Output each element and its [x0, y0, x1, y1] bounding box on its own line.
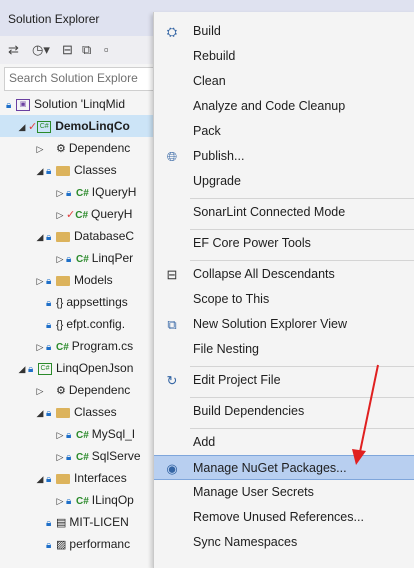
expand-icon[interactable]: ◢: [16, 358, 28, 380]
menu-item-add[interactable]: Add: [154, 430, 414, 455]
csharp-file-icon: C#: [76, 496, 89, 507]
csharp-project-icon: C#: [37, 120, 52, 133]
menu-item-scope[interactable]: Scope to This: [154, 287, 414, 312]
csharp-file-icon: C#: [76, 430, 89, 441]
folder-icon: [56, 275, 70, 286]
folder-icon: [56, 231, 70, 242]
csharp-project-icon: C#: [38, 362, 52, 375]
lock-icon: 🔒︎: [66, 496, 72, 507]
search-input[interactable]: [5, 68, 163, 88]
build-icon: ⛭: [166, 24, 178, 39]
solution-explorer-search[interactable]: [4, 67, 164, 91]
lock-icon: 🔒︎: [6, 100, 12, 111]
dependencies-icon: ⚙: [56, 385, 66, 397]
switch-views-icon[interactable]: ⇄: [8, 41, 19, 59]
menu-item-build-deps[interactable]: Build Dependencies: [154, 399, 414, 424]
csharp-file-icon: C#: [76, 188, 89, 199]
lock-icon: 🔒︎: [46, 540, 52, 551]
menu-item-edit-project[interactable]: ↻ Edit Project File: [154, 368, 414, 393]
collapsed-icon[interactable]: ▷: [34, 336, 46, 358]
edit-arrow-icon: ↻: [166, 373, 178, 388]
collapsed-icon[interactable]: ▷: [34, 138, 46, 160]
menu-separator: [190, 229, 414, 230]
lock-icon: 🔒︎: [46, 298, 52, 309]
lock-icon: 🔒︎: [46, 518, 52, 529]
folder-icon: [56, 473, 70, 484]
csharp-file-icon: C#: [76, 452, 89, 463]
menu-item-file-nesting[interactable]: File Nesting: [154, 337, 414, 362]
collapsed-icon[interactable]: ▷: [34, 380, 46, 402]
lock-icon: 🔒︎: [28, 364, 34, 375]
lock-icon: 🔒︎: [46, 408, 52, 419]
expand-icon[interactable]: ◢: [34, 402, 46, 424]
menu-item-remove-unused[interactable]: Remove Unused References...: [154, 505, 414, 530]
collapse-icon: ⊟: [166, 267, 178, 282]
csharp-file-icon: C#: [75, 210, 89, 221]
lock-icon: 🔒︎: [46, 320, 52, 331]
collapsed-icon[interactable]: ▷: [54, 424, 66, 446]
collapsed-icon[interactable]: ▷: [54, 446, 66, 468]
globe-icon: 🌐︎: [166, 149, 178, 164]
expand-icon[interactable]: ◢: [16, 116, 28, 138]
show-all-files-icon[interactable]: ⧉: [82, 41, 91, 59]
lock-icon: 🔒︎: [46, 474, 52, 485]
menu-item-collapse-all[interactable]: ⊟ Collapse All Descendants: [154, 262, 414, 287]
menu-separator: [190, 366, 414, 367]
menu-separator: [190, 260, 414, 261]
menu-item-build[interactable]: ⛭ Build: [154, 19, 414, 44]
image-file-icon: ▨: [56, 539, 67, 551]
properties-icon[interactable]: ▫: [104, 41, 109, 59]
menu-separator: [190, 397, 414, 398]
solution-icon: ▣: [16, 98, 30, 111]
menu-item-manage-nuget[interactable]: ◉ Manage NuGet Packages...: [154, 455, 414, 480]
panel-title: Solution Explorer: [8, 12, 100, 26]
collapsed-icon[interactable]: ▷: [34, 270, 46, 292]
lock-icon: 🔒︎: [66, 254, 72, 265]
collapse-all-icon[interactable]: ⊟: [62, 41, 73, 59]
lock-icon: 🔒︎: [46, 342, 52, 353]
menu-item-sonarlint[interactable]: SonarLint Connected Mode: [154, 200, 414, 225]
lock-icon: 🔒︎: [66, 452, 72, 463]
menu-item-analyze[interactable]: Analyze and Code Cleanup: [154, 94, 414, 119]
history-icon[interactable]: ◷▾: [32, 41, 50, 59]
lock-icon: 🔒︎: [66, 188, 72, 199]
lock-icon: 🔒︎: [46, 166, 52, 177]
menu-item-new-view[interactable]: ⧉ New Solution Explorer View: [154, 312, 414, 337]
menu-item-rebuild[interactable]: Rebuild: [154, 44, 414, 69]
text-file-icon: ▤: [56, 517, 67, 529]
collapsed-icon[interactable]: ▷: [54, 490, 66, 512]
menu-separator: [190, 198, 414, 199]
menu-item-sync-namespaces[interactable]: Sync Namespaces: [154, 530, 414, 555]
csharp-file-icon: C#: [56, 342, 69, 353]
context-menu: ⛭ Build Rebuild Clean Analyze and Code Cl…: [153, 12, 414, 568]
menu-separator: [190, 428, 414, 429]
menu-item-upgrade[interactable]: Upgrade: [154, 169, 414, 194]
menu-item-clean[interactable]: Clean: [154, 69, 414, 94]
collapsed-icon[interactable]: ▷: [54, 204, 66, 226]
collapsed-icon[interactable]: ▷: [54, 248, 66, 270]
folder-icon: [56, 407, 70, 418]
menu-item-pack[interactable]: Pack: [154, 119, 414, 144]
json-file-icon: {}: [56, 319, 64, 331]
json-file-icon: {}: [56, 297, 64, 309]
check-icon: ✓: [66, 209, 76, 221]
menu-item-publish[interactable]: 🌐︎ Publish...: [154, 144, 414, 169]
new-view-icon: ⧉: [167, 317, 177, 332]
expand-icon[interactable]: ◢: [34, 160, 46, 182]
expand-icon[interactable]: ◢: [34, 226, 46, 248]
nuget-icon: ◉: [166, 461, 178, 476]
collapsed-icon[interactable]: ▷: [54, 182, 66, 204]
check-icon: ✓: [28, 121, 38, 133]
menu-item-user-secrets[interactable]: Manage User Secrets: [154, 480, 414, 505]
lock-icon: 🔒︎: [46, 232, 52, 243]
menu-item-ef-core[interactable]: EF Core Power Tools: [154, 231, 414, 256]
folder-icon: [56, 165, 70, 176]
expand-icon[interactable]: ◢: [34, 468, 46, 490]
csharp-file-icon: C#: [76, 254, 89, 265]
dependencies-icon: ⚙: [56, 143, 66, 155]
lock-icon: 🔒︎: [46, 276, 52, 287]
lock-icon: 🔒︎: [66, 430, 72, 441]
